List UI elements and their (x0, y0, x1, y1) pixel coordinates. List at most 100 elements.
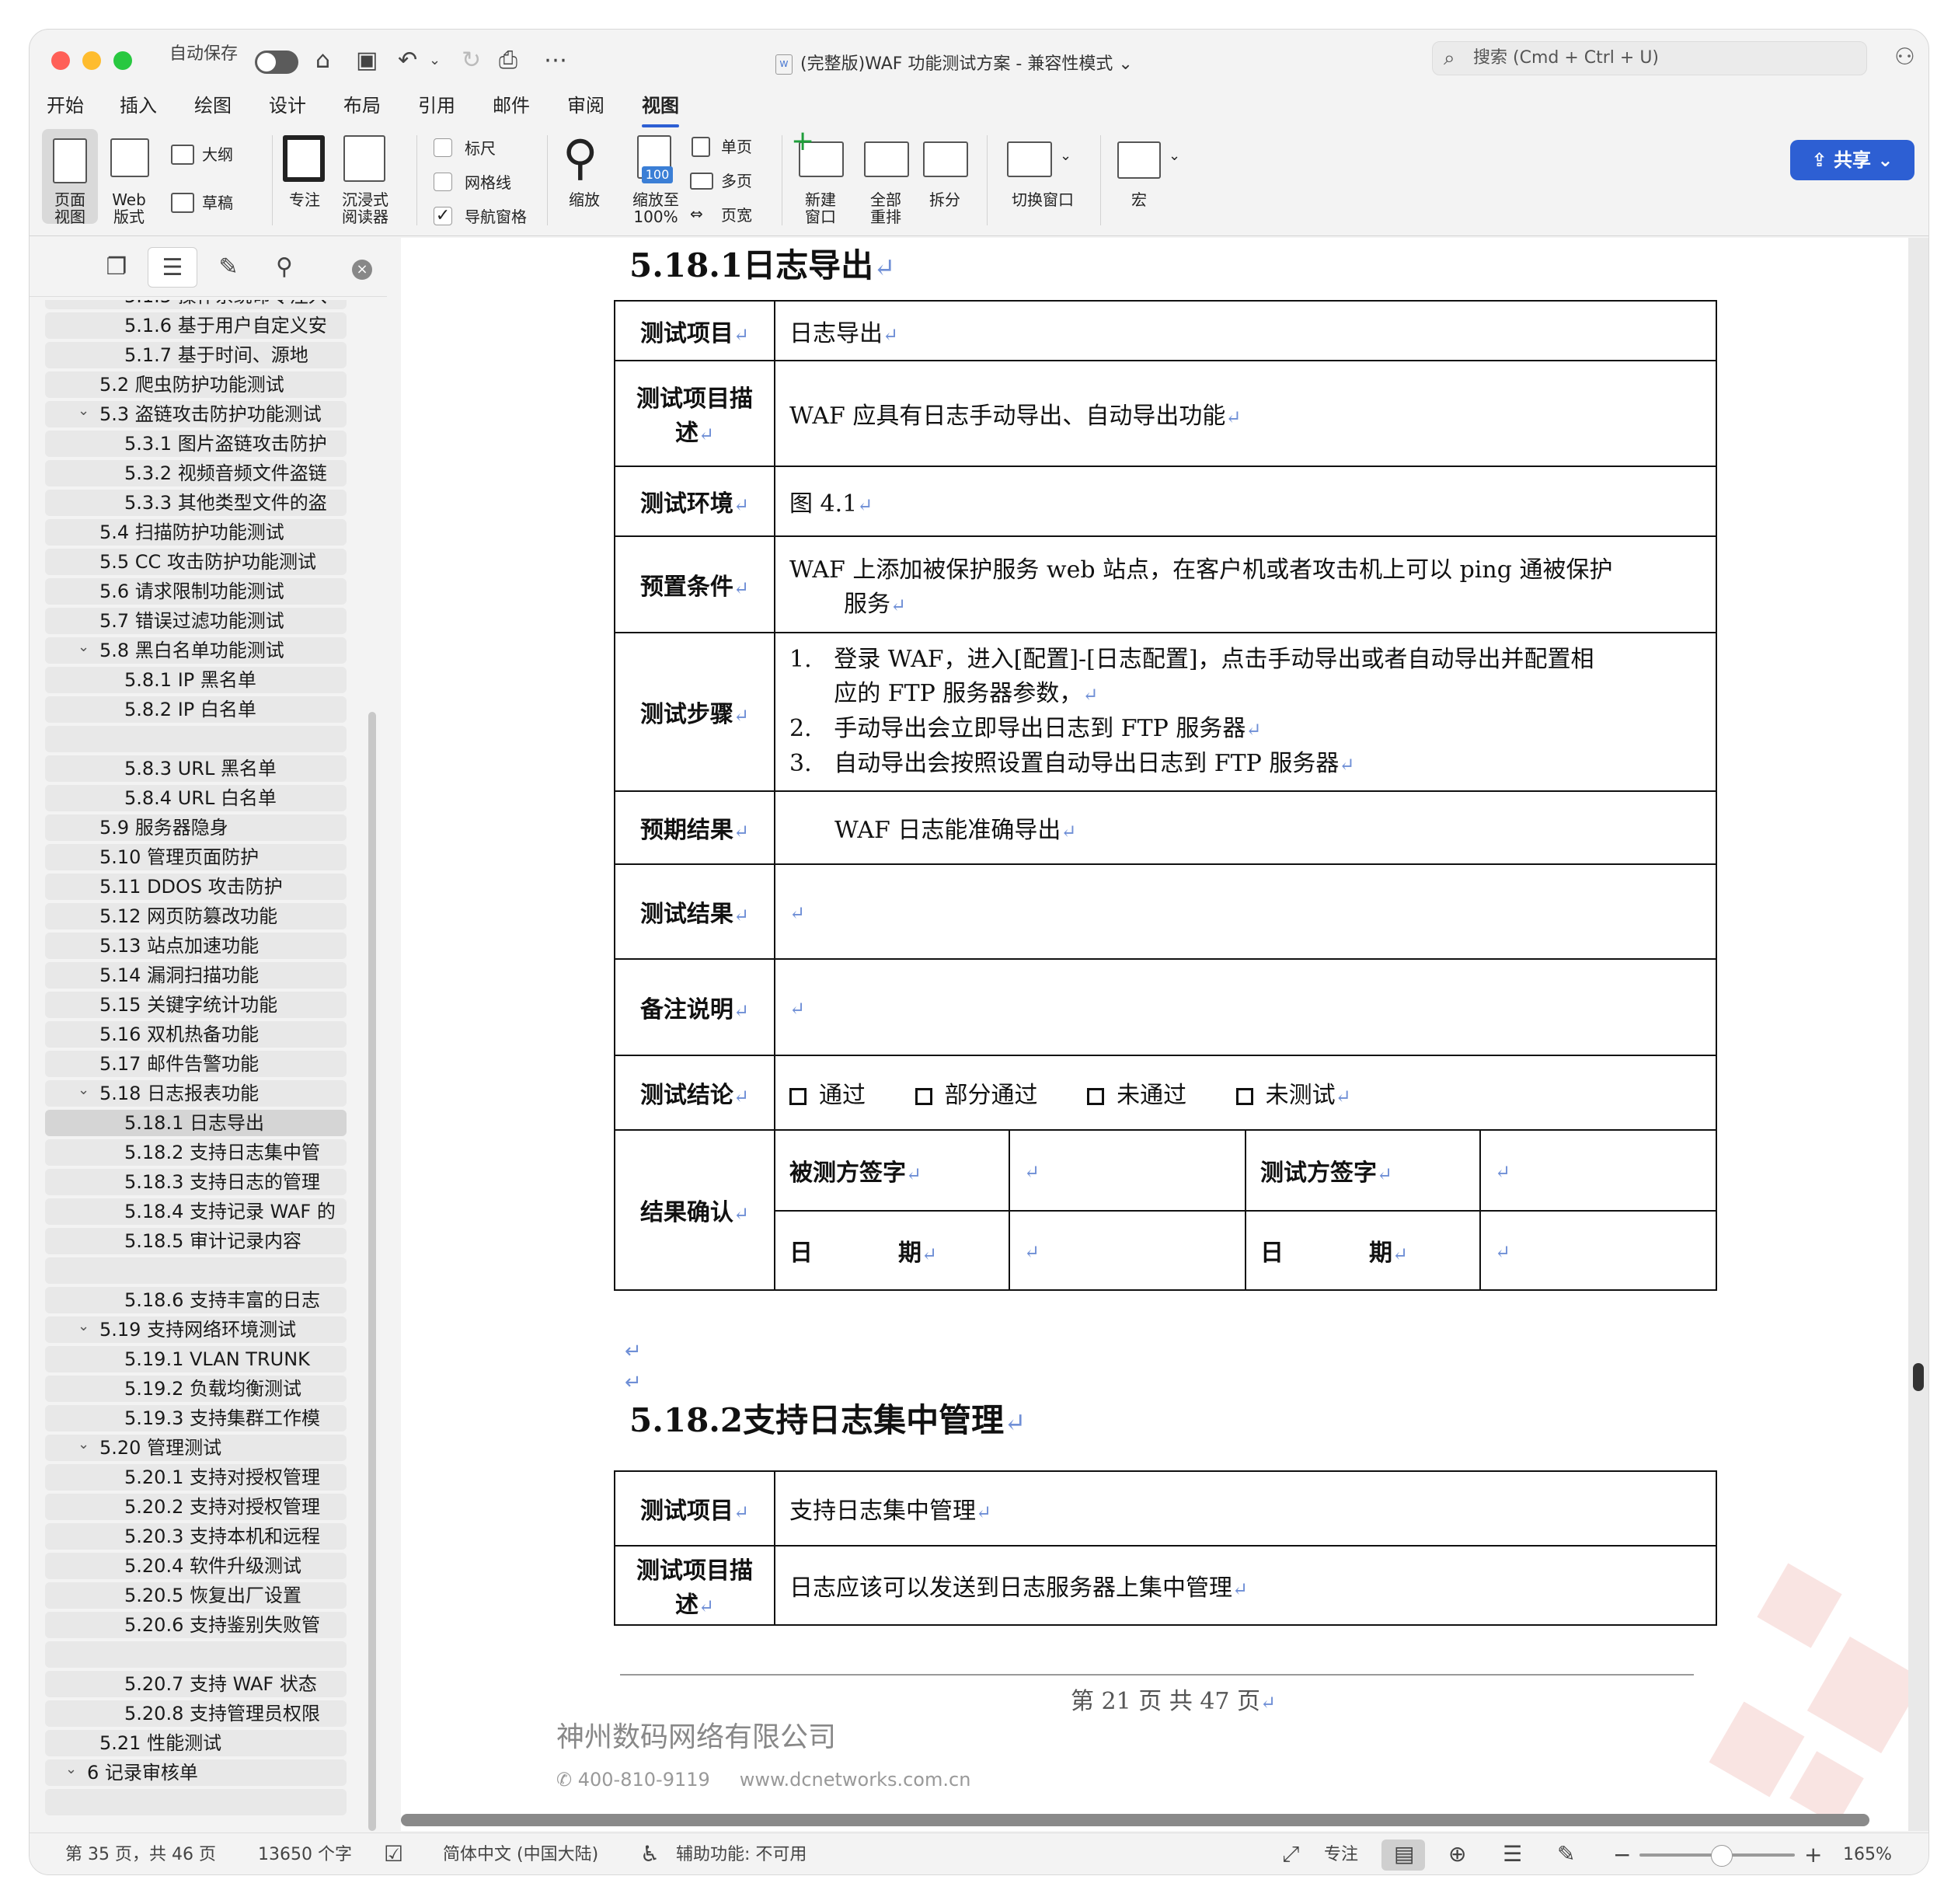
search-icon[interactable]: ⚲ (260, 247, 309, 288)
thumbnails-icon[interactable]: ❐ (92, 247, 141, 288)
toc-item[interactable]: 5.19.1 VLAN TRUNK (45, 1346, 347, 1372)
new-window-button[interactable]: 新建 窗口 (791, 191, 850, 225)
save-icon[interactable]: ▣ (356, 45, 378, 76)
print-icon[interactable]: ⎙ (499, 45, 517, 76)
focus-icon[interactable]: ⤢ (1282, 1841, 1299, 1867)
toc-item[interactable]: 5.3.1 图片盗链攻击防护 (45, 431, 347, 457)
page-width-button[interactable]: 页宽 (721, 207, 752, 224)
accessibility-icon[interactable]: ♿ (640, 1841, 660, 1867)
tab-insert[interactable]: 插入 (120, 92, 157, 120)
table-cell-value[interactable]: WAF 上添加被保护服务 web 站点，在客户机或者攻击机上可以 ping 通被… (774, 535, 1717, 633)
toc-item[interactable]: 5.18.1 日志导出 (45, 1110, 347, 1136)
page-width-icon[interactable]: ⇔ (690, 205, 703, 222)
date-cell[interactable]: ↵ (1479, 1210, 1717, 1291)
toc-item[interactable]: 5.20.4 软件升级测试 (45, 1553, 347, 1579)
checkbox-partial[interactable]: 部分通过 (915, 1082, 1038, 1109)
undo-dropdown-icon[interactable]: ⌄ (429, 45, 441, 76)
toc-item[interactable]: ⌄ 5.8 黑白名单功能测试 (45, 637, 347, 664)
switch-window-button[interactable]: 切换窗口 (996, 191, 1089, 208)
page-count[interactable]: 第 35 页，共 46 页 (65, 1844, 216, 1866)
toc-item[interactable] (45, 726, 347, 752)
zoom-100-button[interactable]: 缩放至 100% (623, 191, 688, 225)
tab-layout[interactable]: 布局 (343, 92, 381, 120)
tab-references[interactable]: 引用 (418, 92, 455, 120)
immersive-reader-button[interactable]: 沉浸式 阅读器 (334, 191, 396, 225)
document-scrollbar[interactable] (1913, 1363, 1924, 1391)
web-layout-icon[interactable] (110, 138, 149, 177)
toc-item[interactable]: 5.2 爬虫防护功能测试 (45, 371, 347, 398)
draft-icon[interactable] (171, 193, 194, 213)
outline-button[interactable]: 大纲 (202, 146, 233, 163)
split-icon[interactable] (923, 141, 968, 177)
checkbox-fail[interactable]: 未通过 (1087, 1082, 1186, 1109)
close-window-button[interactable] (51, 51, 70, 70)
switch-window-icon[interactable] (1007, 141, 1052, 177)
immersive-reader-icon[interactable] (343, 135, 385, 182)
toc-item[interactable] (45, 1789, 347, 1815)
table-cell-value[interactable]: ↵ (774, 863, 1717, 960)
toc-item[interactable]: 5.20.2 支持对授权管理 (45, 1494, 347, 1520)
toc-item[interactable]: 5.17 邮件告警功能 (45, 1051, 347, 1077)
web-layout-icon[interactable]: ⊕ (1448, 1841, 1466, 1867)
toc-item[interactable]: 5.20.7 支持 WAF 状态 (45, 1671, 347, 1697)
chevron-down-icon[interactable]: ⌄ (1060, 148, 1071, 165)
one-page-button[interactable]: 单页 (721, 138, 752, 155)
outline-icon[interactable] (171, 145, 194, 165)
maximize-window-button[interactable] (113, 51, 132, 70)
zoom-icon[interactable]: ⚲ (563, 131, 598, 185)
toc-item[interactable]: 5.8.2 IP 白名单 (45, 696, 347, 723)
toc-item[interactable]: 5.11 DDOS 攻击防护 (45, 874, 347, 900)
toc-item[interactable]: 5.5 CC 攻击防护功能测试 (45, 549, 347, 575)
toc-item[interactable]: 5.1.5 操作系统命令注入 (45, 300, 347, 309)
chevron-down-icon[interactable]: ⌄ (78, 401, 89, 424)
tab-mailings[interactable]: 邮件 (493, 92, 530, 120)
table-cell-value[interactable]: WAF 应具有日志手动导出、自动导出功能↵ (774, 360, 1717, 467)
macros-icon[interactable] (1117, 141, 1161, 179)
accessibility-status[interactable]: 辅助功能: 不可用 (676, 1844, 807, 1866)
word-count[interactable]: 13650 个字 (258, 1844, 352, 1866)
toc-item[interactable]: ⌄ 5.19 支持网络环境测试 (45, 1316, 347, 1343)
chevron-down-icon[interactable]: ⌄ (78, 637, 89, 661)
toc-item[interactable]: ⌄ 6 记录审核单 (45, 1759, 347, 1786)
table-cell-value[interactable]: 日志导出↵ (774, 300, 1717, 361)
search-input[interactable]: ⌕ 搜索 (Cmd + Ctrl + U) (1432, 41, 1867, 75)
toc-item[interactable]: 5.10 管理页面防护 (45, 844, 347, 870)
toc-item[interactable]: 5.16 双机热备功能 (45, 1021, 347, 1048)
draft-icon[interactable]: ✎ (1557, 1841, 1575, 1867)
focus-icon[interactable] (283, 135, 325, 182)
toc-item[interactable]: 5.8.4 URL 白名单 (45, 785, 347, 811)
ruler-checkbox[interactable] (434, 138, 452, 157)
tab-design[interactable]: 设计 (269, 92, 306, 120)
toc-item[interactable]: 5.9 服务器隐身 (45, 814, 347, 841)
toc-item[interactable]: 5.1.6 基于用户自定义安 (45, 312, 347, 339)
toc-item[interactable]: 5.6 请求限制功能测试 (45, 578, 347, 605)
toc-item[interactable]: 5.19.2 负载均衡测试 (45, 1376, 347, 1402)
zoom-button[interactable]: 缩放 (555, 191, 614, 208)
toc-item[interactable]: 5.20.3 支持本机和远程 (45, 1523, 347, 1550)
toc-item[interactable]: 5.14 漏洞扫描功能 (45, 962, 347, 989)
chevron-down-icon[interactable]: ⌄ (1169, 148, 1180, 165)
toc-item[interactable]: 5.8.1 IP 黑名单 (45, 667, 347, 693)
autosave-toggle[interactable] (255, 51, 298, 74)
checkbox-pass[interactable]: 通过 (789, 1082, 866, 1109)
toc-item[interactable]: 5.4 扫描防护功能测试 (45, 519, 347, 546)
toc-item[interactable]: 5.3.2 视频音频文件盗链 (45, 460, 347, 486)
tab-home[interactable]: 开始 (47, 92, 84, 120)
print-layout-icon[interactable]: ▤ (1394, 1841, 1414, 1867)
zoom-out-button[interactable]: − (1613, 1844, 1631, 1866)
signature-cell[interactable]: ↵ (1009, 1129, 1246, 1212)
toc-item[interactable]: 5.18.3 支持日志的管理 (45, 1169, 347, 1195)
zoom-in-button[interactable]: + (1804, 1844, 1822, 1866)
chevron-down-icon[interactable]: ⌄ (78, 1316, 89, 1340)
multi-page-button[interactable]: 多页 (721, 173, 752, 190)
toc-item[interactable]: 5.20.8 支持管理员权限 (45, 1700, 347, 1727)
horizontal-scrollbar[interactable] (401, 1814, 1869, 1826)
signature-cell[interactable]: ↵ (1479, 1129, 1717, 1212)
toc-item[interactable] (45, 1257, 347, 1284)
outline-icon[interactable]: ☰ (1503, 1841, 1522, 1867)
tab-view[interactable]: 视图 (642, 92, 679, 127)
toc-item[interactable]: ⌄ 5.20 管理测试 (45, 1435, 347, 1461)
sidebar-scrollbar[interactable] (368, 712, 376, 1831)
macros-button[interactable]: 宏 (1110, 191, 1169, 208)
gridlines-checkbox[interactable] (434, 173, 452, 191)
